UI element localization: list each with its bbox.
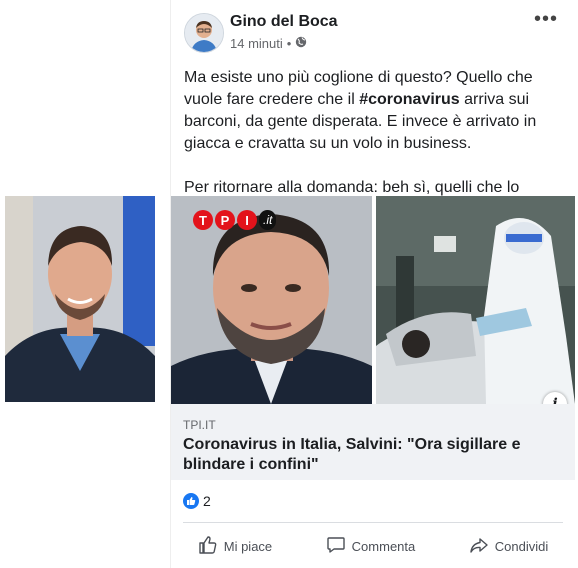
post-actions: Mi piace Commenta Condividi [171,530,575,562]
link-card-caption[interactable]: TPI.IT Coronavirus in Italia, Salvini: "… [171,404,575,480]
meta-separator: • [286,36,292,51]
post-paragraph-1: Ma esiste uno più coglione di questo? Qu… [184,67,574,155]
link-domain: TPI.IT [183,418,216,432]
like-reaction-icon [183,493,199,509]
thumbs-up-icon [198,535,218,558]
tpi-logo-letter-t: T [193,210,213,230]
more-options-icon[interactable]: ••• [534,8,558,31]
hashtag-link[interactable]: #coronavirus [359,91,459,108]
facebook-post: Gino del Boca 14 minuti • ••• Ma esiste … [170,0,575,568]
tpi-logo-letter-i: I [237,210,257,230]
salvini-photo: T P I .it [171,196,372,404]
share-label: Condividi [494,538,549,554]
share-icon [469,535,489,558]
tpi-logo-suffix: .it [259,210,277,230]
post-meta: 14 minuti • [230,36,307,51]
comment-label: Commenta [351,538,416,554]
globe-icon [295,36,307,51]
tpi-logo-letter-p: P [215,210,235,230]
share-button[interactable]: Condividi [469,535,548,558]
link-title[interactable]: Coronavirus in Italia, Salvini: "Ora sig… [183,435,568,475]
comment-icon [326,535,346,558]
hospital-photo [376,196,575,404]
actions-divider [183,522,563,523]
comment-button[interactable]: Commenta [326,535,416,558]
side-portrait-photo [5,196,155,402]
author-name[interactable]: Gino del Boca [230,13,338,31]
like-label: Mi piace [223,538,273,554]
reactions-summary[interactable]: 2 [183,493,211,509]
link-preview-card[interactable]: T P I .it i TPI.IT C [171,196,575,480]
like-button[interactable]: Mi piace [198,535,272,558]
post-time[interactable]: 14 minuti [230,36,283,51]
author-avatar[interactable] [184,13,224,53]
tpi-logo: T P I .it [193,210,277,230]
reactions-count: 2 [203,493,211,509]
